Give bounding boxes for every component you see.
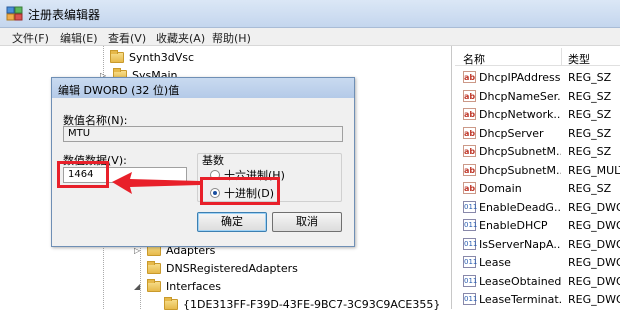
window-title: 注册表编辑器	[28, 8, 101, 22]
list-item[interactable]: 011EnableDeadG...REG_DWORD	[455, 198, 620, 217]
window-titlebar: 注册表编辑器	[0, 0, 620, 28]
string-value-icon: ab	[463, 126, 476, 139]
folder-open-icon	[147, 278, 161, 292]
string-value-icon: ab	[463, 145, 476, 157]
list-item[interactable]: 011IsServerNapA...REG_DWORD	[455, 235, 620, 254]
list-item[interactable]: ab DhcpNetwork... REG_SZ	[455, 105, 620, 124]
list-item[interactable]: 011LeaseREG_DWORD	[455, 253, 620, 272]
value-data-highlight	[57, 161, 109, 188]
menu-favorites[interactable]: 收藏夹(A)	[156, 30, 205, 46]
collapse-icon[interactable]: ◢	[134, 282, 143, 291]
menu-edit[interactable]: 编辑(E)	[60, 30, 98, 46]
list-item[interactable]: ab DhcpNameSer... REG_SZ	[455, 87, 620, 106]
menu-file[interactable]: 文件(F)	[12, 30, 49, 46]
string-value-icon: ab	[463, 71, 476, 83]
tree-item-interface-guid[interactable]: {1DE313FF-F39D-43FE-9BC7-3C93C9ACE355}	[164, 295, 440, 313]
binary-value-icon: 011	[463, 274, 478, 287]
menu-bar: 文件(F) 编辑(E) 查看(V) 收藏夹(A) 帮助(H)	[0, 28, 620, 46]
folder-icon	[164, 296, 178, 310]
folder-icon	[147, 260, 161, 274]
string-value-icon: ab	[463, 182, 476, 194]
folder-icon	[110, 49, 124, 63]
cancel-button[interactable]: 取消	[272, 212, 342, 232]
string-value-icon: ab	[463, 108, 476, 120]
list-item[interactable]: 011LeaseObtained...REG_DWORD	[455, 272, 620, 291]
arrow-icon	[112, 172, 200, 194]
column-header-name[interactable]: 名称	[463, 51, 485, 67]
list-item[interactable]: ab DhcpSubnetM... REG_SZ	[455, 142, 620, 161]
tree-item-synth3dvsc[interactable]: Synth3dVsc	[110, 48, 194, 66]
list-header: 名称 类型	[455, 48, 620, 66]
binary-value-icon: 011	[463, 200, 478, 213]
tree-item-dnsregisteredadapters[interactable]: DNSRegisteredAdapters	[147, 259, 298, 277]
ok-button[interactable]: 确定	[197, 212, 267, 232]
string-value-icon: ab	[463, 163, 476, 176]
list-item[interactable]: 011LeaseTerminat...REG_DWORD	[455, 290, 620, 309]
list-item[interactable]: ab DhcpIPAddress REG_SZ	[455, 68, 620, 87]
binary-value-icon: 011	[463, 293, 478, 305]
tree-item-interfaces[interactable]: ◢ Interfaces	[134, 277, 221, 295]
values-list-pane[interactable]: 名称 类型 ab DhcpIPAddress REG_SZ ab DhcpNameSe…	[455, 46, 620, 309]
column-header-type[interactable]: 类型	[568, 51, 590, 67]
value-name-field: MTU	[63, 126, 343, 142]
list-item[interactable]: abDhcpSubnetM...REG_MULTI	[455, 161, 620, 180]
list-item[interactable]: 011EnableDHCPREG_DWORD	[455, 216, 620, 235]
registry-editor-icon	[6, 6, 23, 21]
tree-item-label: Interfaces	[166, 279, 221, 293]
menu-help[interactable]: 帮助(H)	[212, 30, 251, 46]
decimal-highlight	[200, 177, 280, 205]
binary-value-icon: 011	[463, 256, 478, 268]
tree-item-label: Synth3dVsc	[129, 50, 195, 64]
list-item[interactable]: ab DhcpServer REG_SZ	[455, 124, 620, 143]
binary-value-icon: 011	[463, 237, 478, 250]
dialog-titlebar: 编辑 DWORD (32 位)值	[52, 78, 354, 98]
tree-item-label: DNSRegisteredAdapters	[166, 261, 298, 275]
string-value-icon: ab	[463, 89, 476, 102]
binary-value-icon: 011	[463, 219, 478, 231]
dialog-title: 编辑 DWORD (32 位)值	[58, 84, 180, 97]
menu-view[interactable]: 查看(V)	[108, 30, 146, 46]
list-item[interactable]: ab Domain REG_SZ	[455, 179, 620, 198]
